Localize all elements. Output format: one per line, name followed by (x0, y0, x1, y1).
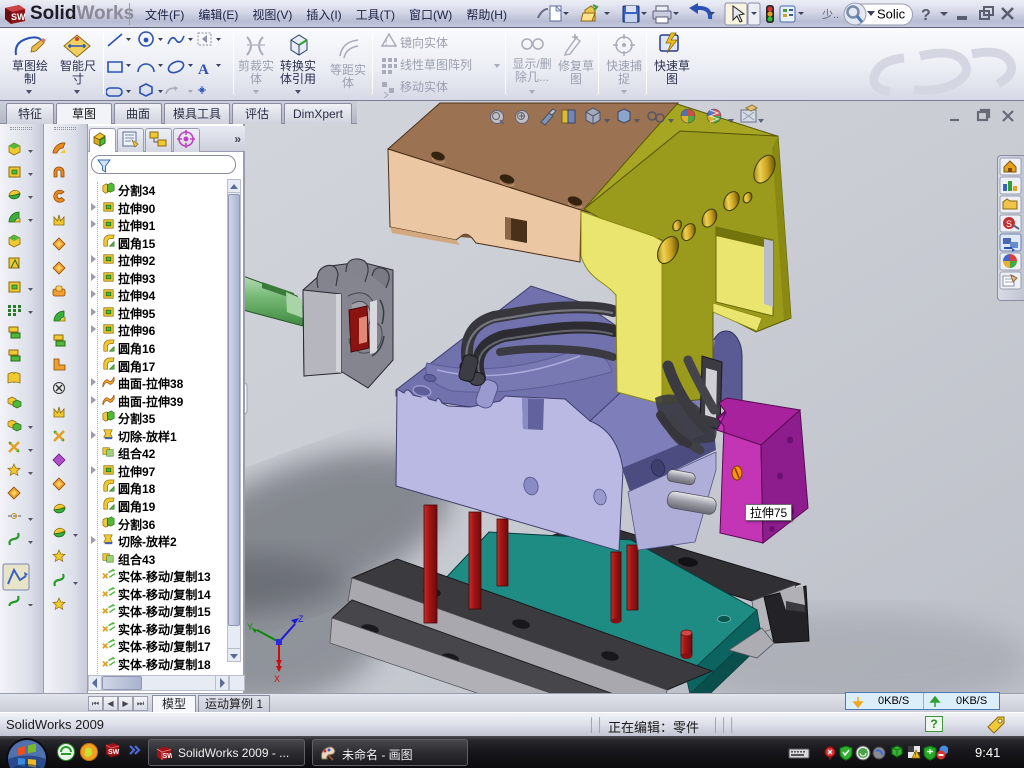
svg-text:Z: Z (298, 614, 304, 624)
svg-text:SW: SW (108, 749, 120, 756)
svg-text:SW: SW (11, 12, 26, 22)
svg-text:Y: Y (247, 622, 253, 632)
svg-text:S: S (1006, 219, 1012, 229)
svg-text:?: ? (921, 7, 931, 24)
svg-text:A: A (198, 62, 209, 78)
svg-text:Solic: Solic (877, 7, 906, 22)
svg-text:X: X (274, 674, 280, 684)
svg-text:SW: SW (163, 753, 173, 760)
svg-text:少..: 少.. (822, 8, 839, 21)
svg-text:!: ! (385, 37, 388, 47)
